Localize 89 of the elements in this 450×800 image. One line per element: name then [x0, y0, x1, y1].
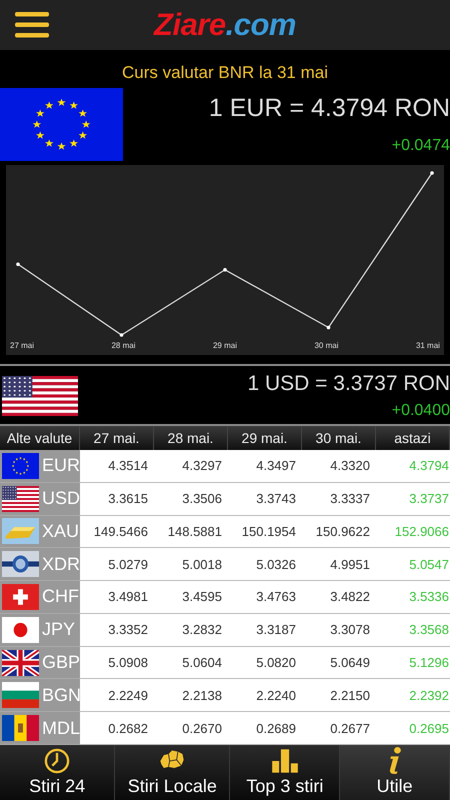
table-cell: 3.5336	[376, 581, 450, 614]
table-cell: 5.0649	[302, 646, 376, 680]
table-cell: 2.2138	[154, 679, 228, 712]
axis-label: 27 mai	[10, 341, 34, 350]
table-cell: 150.9622	[302, 516, 376, 548]
table-cell: 3.4763	[228, 581, 302, 614]
table-cell: 3.3337	[302, 482, 376, 516]
flag-icon	[2, 376, 78, 416]
axis-label: 28 mai	[111, 341, 136, 350]
emblem-icon	[2, 551, 39, 578]
table-cell: 5.1296	[376, 646, 450, 680]
axis-label: 31 mai	[416, 341, 440, 350]
table-cell: 3.4822	[302, 581, 376, 614]
table-cell: 5.0326	[228, 548, 302, 582]
table-cell: 4.3497	[228, 450, 302, 483]
flag-icon	[2, 486, 39, 512]
table-cell: 4.3514	[80, 450, 154, 483]
rate-change: +0.0474	[392, 137, 450, 155]
table-cell: 2.2240	[228, 679, 302, 712]
column-header: 27 mai.	[80, 426, 154, 450]
table-cell: 0.2695	[376, 712, 450, 745]
info-icon	[388, 747, 401, 775]
table-cell: 148.5881	[154, 516, 228, 548]
currency-code: MDL	[42, 718, 80, 739]
currency-code: JPY	[42, 619, 76, 640]
rate-change: +0.0400	[392, 402, 450, 420]
table-cell: 0.2682	[80, 712, 154, 745]
table-cell: 5.0820	[228, 646, 302, 680]
table-cell: 3.4981	[80, 581, 154, 614]
table-cell: 152.9066	[376, 516, 450, 548]
table-cell: 3.3737	[376, 482, 450, 516]
column-header: astazi	[376, 426, 450, 450]
page-title: Curs valutar BNR la 31 mai	[122, 63, 328, 82]
axis-label: 29 mai	[212, 341, 237, 350]
table-cell: 2.2392	[376, 679, 450, 712]
table-cell: 3.3568	[376, 614, 450, 647]
column-header: 30 mai.	[302, 426, 376, 450]
currency-code: CHF	[42, 586, 79, 608]
nav-tab[interactable]: Stiri Locale	[115, 745, 230, 800]
table-cell: 3.2832	[154, 614, 228, 647]
table-cell: 0.2670	[154, 712, 228, 745]
flag-icon	[2, 616, 39, 643]
flag-icon	[0, 88, 123, 161]
table-cell: 2.2150	[302, 679, 376, 712]
exchange-rate: 1 USD = 3.3737 RON	[247, 372, 450, 396]
table-cell: 5.0908	[80, 646, 154, 680]
currency-code: USD	[42, 488, 80, 510]
table-cell: 5.0018	[154, 548, 228, 582]
bar-chart-icon	[270, 747, 299, 775]
nav-tab[interactable]: Stiri 24	[0, 745, 116, 800]
nav-tab[interactable]: Utile	[340, 745, 450, 800]
table-cell: 2.2249	[80, 679, 154, 712]
flag-icon	[2, 452, 39, 479]
column-header: 28 mai.	[154, 426, 228, 450]
menu-button[interactable]	[14, 11, 50, 39]
currency-code: BGN	[42, 684, 82, 706]
currency-code: XAU	[42, 520, 80, 542]
currency-code: XDR	[42, 554, 80, 575]
table-cell: 3.3743	[228, 482, 302, 516]
table-cell: 0.2677	[302, 712, 376, 745]
currency-code: EUR	[42, 455, 80, 476]
exchange-rate: 1 EUR = 4.3794 RON	[208, 94, 450, 123]
flag-icon	[2, 682, 39, 708]
logo: Ziare.com	[154, 7, 296, 43]
table-cell: 4.9951	[302, 548, 376, 582]
table-cell: 5.0604	[154, 646, 228, 680]
currency-code: GBP	[42, 652, 80, 674]
table-cell: 5.0547	[376, 548, 450, 582]
table-cell: 5.0279	[80, 548, 154, 582]
table-cell: 3.3506	[154, 482, 228, 516]
table-cell: 4.3320	[302, 450, 376, 483]
table-cell: 3.3187	[228, 614, 302, 647]
table-cell: 3.3352	[80, 614, 154, 647]
clock-icon	[43, 747, 72, 775]
flag-icon	[2, 584, 39, 610]
flag-icon	[2, 715, 39, 742]
table-cell: 150.1954	[228, 516, 302, 548]
table-cell: 3.4595	[154, 581, 228, 614]
table-cell: 4.3297	[154, 450, 228, 483]
flag-icon	[2, 650, 39, 676]
table-cell: 3.3078	[302, 614, 376, 647]
table-cell: 4.3794	[376, 450, 450, 483]
ingot-icon	[2, 518, 39, 544]
axis-label: 30 mai	[314, 341, 338, 350]
column-header: Alte valute	[0, 426, 80, 450]
column-header: 29 mai.	[228, 426, 302, 450]
table-cell: 3.3615	[80, 482, 154, 516]
table-cell: 0.2689	[228, 712, 302, 745]
table-cell: 149.5466	[80, 516, 154, 548]
